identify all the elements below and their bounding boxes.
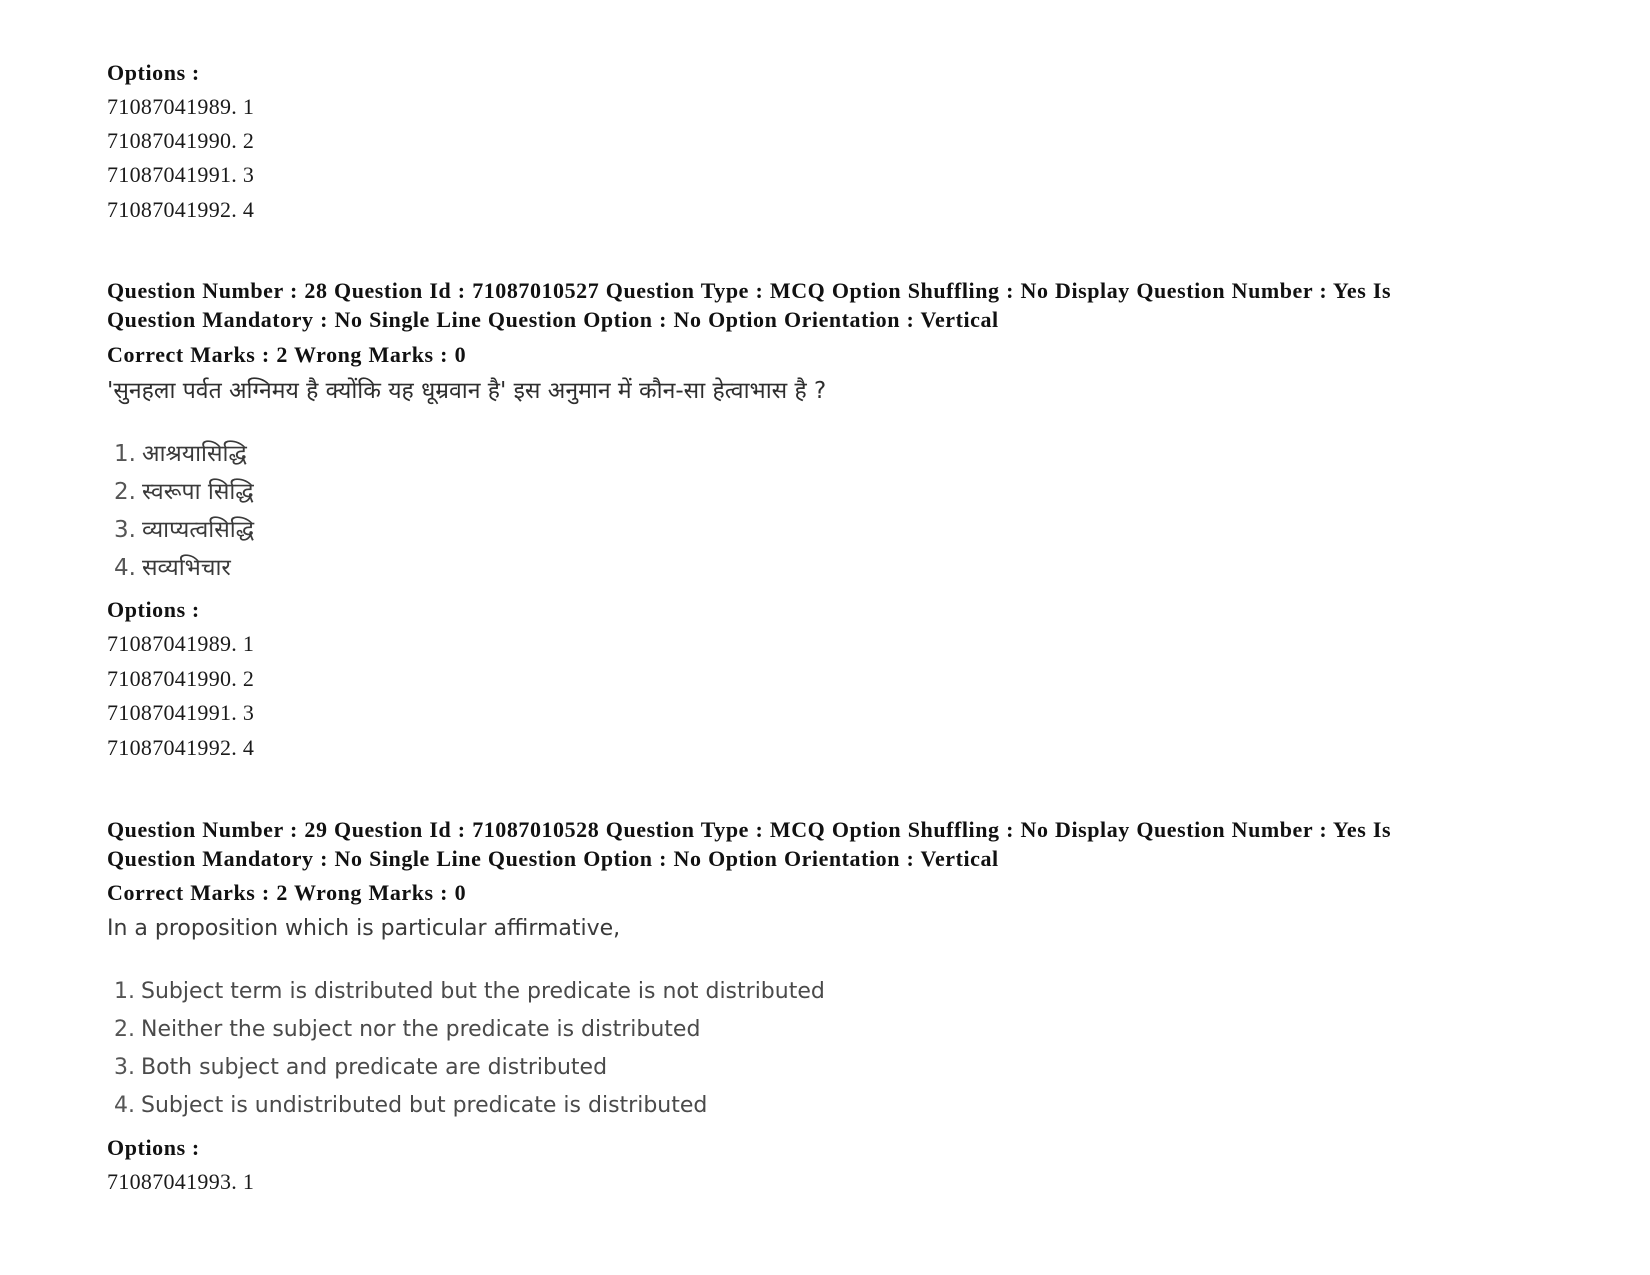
choice-text: व्याप्यत्वसिद्धि: [141, 517, 255, 543]
question-meta-line-2: Question Mandatory : No Single Line Ques…: [107, 307, 999, 332]
option-id: 71087041990. 2: [107, 666, 255, 691]
question-meta-line-2: Question Mandatory : No Single Line Ques…: [107, 846, 999, 871]
choice-number: 2.: [114, 1017, 135, 1042]
choice-text: Both subject and predicate are distribut…: [141, 1055, 608, 1080]
question-meta-line-1: Question Number : 28 Question Id : 71087…: [107, 278, 1392, 303]
choice-number: 1.: [114, 441, 136, 467]
choice-number: 1.: [114, 979, 135, 1004]
choice-number: 3.: [114, 1055, 135, 1080]
choice-text: आश्रयासिद्धि: [141, 441, 247, 467]
marks-line: Correct Marks : 2 Wrong Marks : 0: [107, 342, 467, 367]
choice-number: 4.: [114, 1093, 135, 1118]
option-id: 71087041989. 1: [107, 94, 255, 119]
question-meta-line-1: Question Number : 29 Question Id : 71087…: [107, 817, 1392, 842]
choice-text: स्वरूपा सिद्धि: [141, 479, 254, 505]
answer-choice: 3. व्याप्यत्वसिद्धि: [114, 515, 254, 545]
option-id: 71087041992. 4: [107, 197, 255, 222]
answer-choice: 4. Subject is undistributed but predicate…: [114, 1091, 707, 1121]
answer-choice: 2. स्वरूपा सिद्धि: [114, 477, 254, 507]
choice-number: 2.: [114, 479, 136, 505]
answer-choice: 4. सव्यभिचार: [114, 553, 231, 583]
options-label: Options :: [107, 597, 200, 622]
option-id: 71087041991. 3: [107, 162, 255, 187]
options-label: Options :: [107, 60, 200, 85]
marks-line: Correct Marks : 2 Wrong Marks : 0: [107, 880, 467, 905]
answer-choice: 3. Both subject and predicate are distrib…: [114, 1053, 607, 1083]
choice-text: Subject is undistributed but predicate i…: [141, 1093, 708, 1118]
choice-number: 3.: [114, 517, 136, 543]
option-id: 71087041992. 4: [107, 735, 255, 760]
choice-text: सव्यभिचार: [141, 555, 231, 581]
option-id: 71087041991. 3: [107, 700, 255, 725]
answer-choice: 2. Neither the subject nor the predicate …: [114, 1015, 700, 1045]
question-text: 'सुनहला पर्वत अग्निमय है क्योंकि यह धूम्…: [107, 378, 827, 404]
options-label: Options :: [107, 1135, 200, 1160]
choice-text: Subject term is distributed but the pred…: [141, 979, 825, 1004]
option-id: 71087041989. 1: [107, 631, 255, 656]
option-id: 71087041990. 2: [107, 128, 255, 153]
choice-text: Neither the subject nor the predicate is…: [141, 1017, 701, 1042]
answer-choice: 1. Subject term is distributed but the pr…: [114, 977, 825, 1007]
answer-choice: 1. आश्रयासिद्धि: [114, 439, 247, 469]
option-id: 71087041993. 1: [107, 1169, 255, 1194]
question-text: In a proposition which is particular aff…: [107, 916, 621, 941]
choice-number: 4.: [114, 555, 136, 581]
